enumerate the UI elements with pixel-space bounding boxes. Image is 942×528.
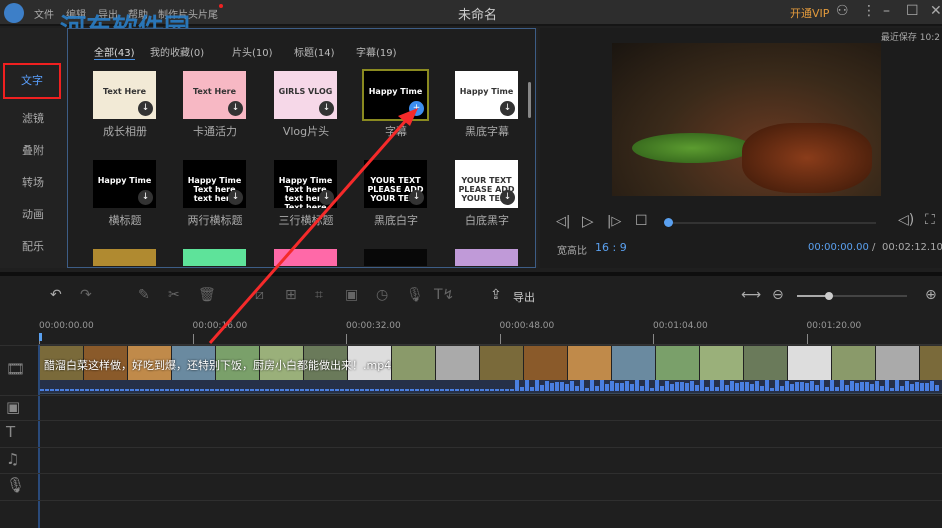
annotation-arrow [208, 108, 418, 344]
